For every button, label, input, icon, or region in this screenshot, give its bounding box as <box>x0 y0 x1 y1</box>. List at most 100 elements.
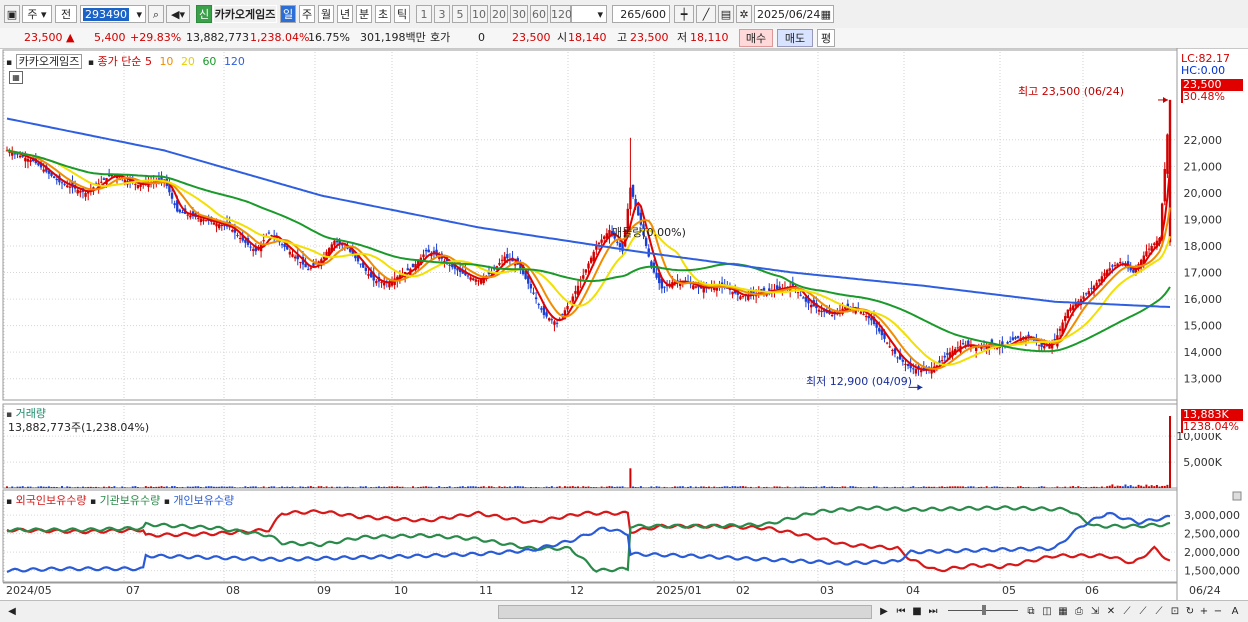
volume-bar <box>1045 487 1048 489</box>
interval-tab[interactable]: 120 <box>550 5 572 23</box>
candle-body <box>307 269 310 271</box>
volume-bar <box>1163 485 1166 488</box>
interval-tab[interactable]: 1 <box>416 5 432 23</box>
market-scope-tab[interactable]: 전 <box>55 5 77 23</box>
candle-body <box>961 343 965 345</box>
volume-bar <box>134 486 137 488</box>
market-select[interactable]: 주 ▾ <box>22 5 52 23</box>
date-field[interactable]: 2025/06/24 ▦ <box>754 5 834 23</box>
period-tab[interactable]: 월 <box>318 5 334 23</box>
sell-button[interactable]: 매도 <box>777 29 813 47</box>
interval-tab[interactable]: 5 <box>452 5 468 23</box>
volume-bar <box>804 487 807 488</box>
candle-type-icon[interactable]: ┿ <box>674 5 694 23</box>
fib-icon[interactable]: ⟋ <box>1152 604 1166 619</box>
layout-icon[interactable]: ▣ <box>4 5 20 23</box>
volume-bar <box>964 487 967 488</box>
zoom-slider-handle[interactable] <box>982 605 986 615</box>
chevron-down-icon[interactable]: ▾ <box>136 6 145 24</box>
candle-body <box>474 279 478 282</box>
ruler-icon[interactable]: ⟋ <box>1136 604 1150 619</box>
zoom-out-icon[interactable]: − <box>1212 604 1224 619</box>
interval-tab[interactable]: 60 <box>530 5 548 23</box>
candle-body <box>1043 345 1046 349</box>
volume-bar <box>97 487 100 488</box>
zoom-in-icon[interactable]: + <box>1198 604 1210 619</box>
trend-icon[interactable]: ⟋ <box>1120 604 1134 619</box>
interval-tab[interactable]: 30 <box>510 5 528 23</box>
period-tab[interactable]: 틱 <box>394 5 410 23</box>
export-icon[interactable]: ⇲ <box>1088 604 1102 619</box>
window-icon[interactable]: ◫ <box>1040 604 1054 619</box>
chart-canvas[interactable]: 13,000 14,000 15,000 16,000 17,000 18,000 19,0… <box>0 48 1248 600</box>
volume-bar <box>655 486 658 488</box>
interval-select[interactable]: ▾ <box>571 5 607 23</box>
print-icon[interactable]: ⎙ <box>1072 604 1086 619</box>
scroll-left-icon[interactable]: ◀ <box>6 604 18 619</box>
interval-tab[interactable]: 20 <box>490 5 508 23</box>
gear-icon[interactable]: ✲ <box>736 5 752 23</box>
reset-icon[interactable]: ↻ <box>1184 604 1196 619</box>
volume-bar <box>1082 487 1085 488</box>
period-tab[interactable]: 일 <box>280 5 296 23</box>
grid-icon[interactable]: ▦ <box>1056 604 1070 619</box>
volume-bar <box>495 487 498 488</box>
crosshair-icon[interactable]: ✕ <box>1104 604 1118 619</box>
volume-bar <box>1009 487 1012 488</box>
candle-body <box>66 185 69 188</box>
candle-body <box>76 189 79 194</box>
buy-button[interactable]: 매수 <box>739 29 773 47</box>
period-tab[interactable]: 주 <box>299 5 315 23</box>
stop-icon[interactable]: ■ <box>910 604 924 619</box>
supply-annotation: 매물량(0.00%) <box>612 226 686 239</box>
scroll-right-icon[interactable]: ▶ <box>878 604 890 619</box>
volume-bar <box>687 486 690 488</box>
volume-bar <box>351 486 354 488</box>
volume-bar <box>139 487 142 489</box>
copy-icon[interactable]: ⧉ <box>1024 604 1038 619</box>
x-axis-label: 10 <box>394 584 408 597</box>
go-first-icon[interactable]: ⏮ <box>894 604 908 619</box>
stock-code-input[interactable]: 293490 ▾ <box>80 5 146 23</box>
candle-body <box>775 285 779 289</box>
institution-legend: 기관보유수량 <box>99 494 161 507</box>
play-icon[interactable]: ⏭ <box>926 604 940 619</box>
volume-bar <box>26 486 29 488</box>
candle-body <box>739 296 742 300</box>
calendar-icon[interactable]: ▦ <box>821 6 833 24</box>
price-legend-stock[interactable]: 카카오게임즈 <box>15 54 83 69</box>
volume-bar <box>731 486 734 488</box>
volume-bar <box>943 486 946 488</box>
volume-bar <box>186 486 189 488</box>
volume-bar <box>600 486 603 488</box>
save-icon[interactable]: ▤ <box>718 5 734 23</box>
interval-tab[interactable]: 3 <box>434 5 450 23</box>
volume-bar <box>1169 416 1171 488</box>
eval-button[interactable]: 평 <box>817 29 835 47</box>
candle-body <box>1074 303 1077 307</box>
volume-bar <box>13 487 16 488</box>
draw-line-icon[interactable]: ╱ <box>696 5 716 23</box>
period-tab[interactable]: 년 <box>337 5 353 23</box>
volume-bar <box>697 487 700 488</box>
speaker-icon[interactable]: ◀▾ <box>166 5 190 23</box>
interval-tab[interactable]: 10 <box>470 5 488 23</box>
period-tab[interactable]: 분 <box>356 5 372 23</box>
arrow-up-icon: ▲ <box>66 31 75 44</box>
period-tab[interactable]: 초 <box>375 5 391 23</box>
data-count-field[interactable]: 265/600 <box>612 5 670 23</box>
legend-bullet-icon: ▪ <box>89 497 97 507</box>
table-icon[interactable]: ▦ <box>9 71 23 84</box>
candle-body <box>914 369 918 374</box>
candle-body <box>333 240 336 246</box>
volume-bar <box>74 487 77 488</box>
zoom-area-icon[interactable]: ⊡ <box>1168 604 1182 619</box>
volume-bar <box>865 487 868 489</box>
volume-bar <box>747 487 750 488</box>
candle-body <box>312 263 315 266</box>
search-icon[interactable]: ⌕ <box>148 5 164 23</box>
volume-bar <box>925 486 928 488</box>
text-tool-icon[interactable]: A <box>1228 604 1242 619</box>
volume-bar <box>194 486 197 488</box>
scroll-thumb[interactable] <box>498 605 872 619</box>
